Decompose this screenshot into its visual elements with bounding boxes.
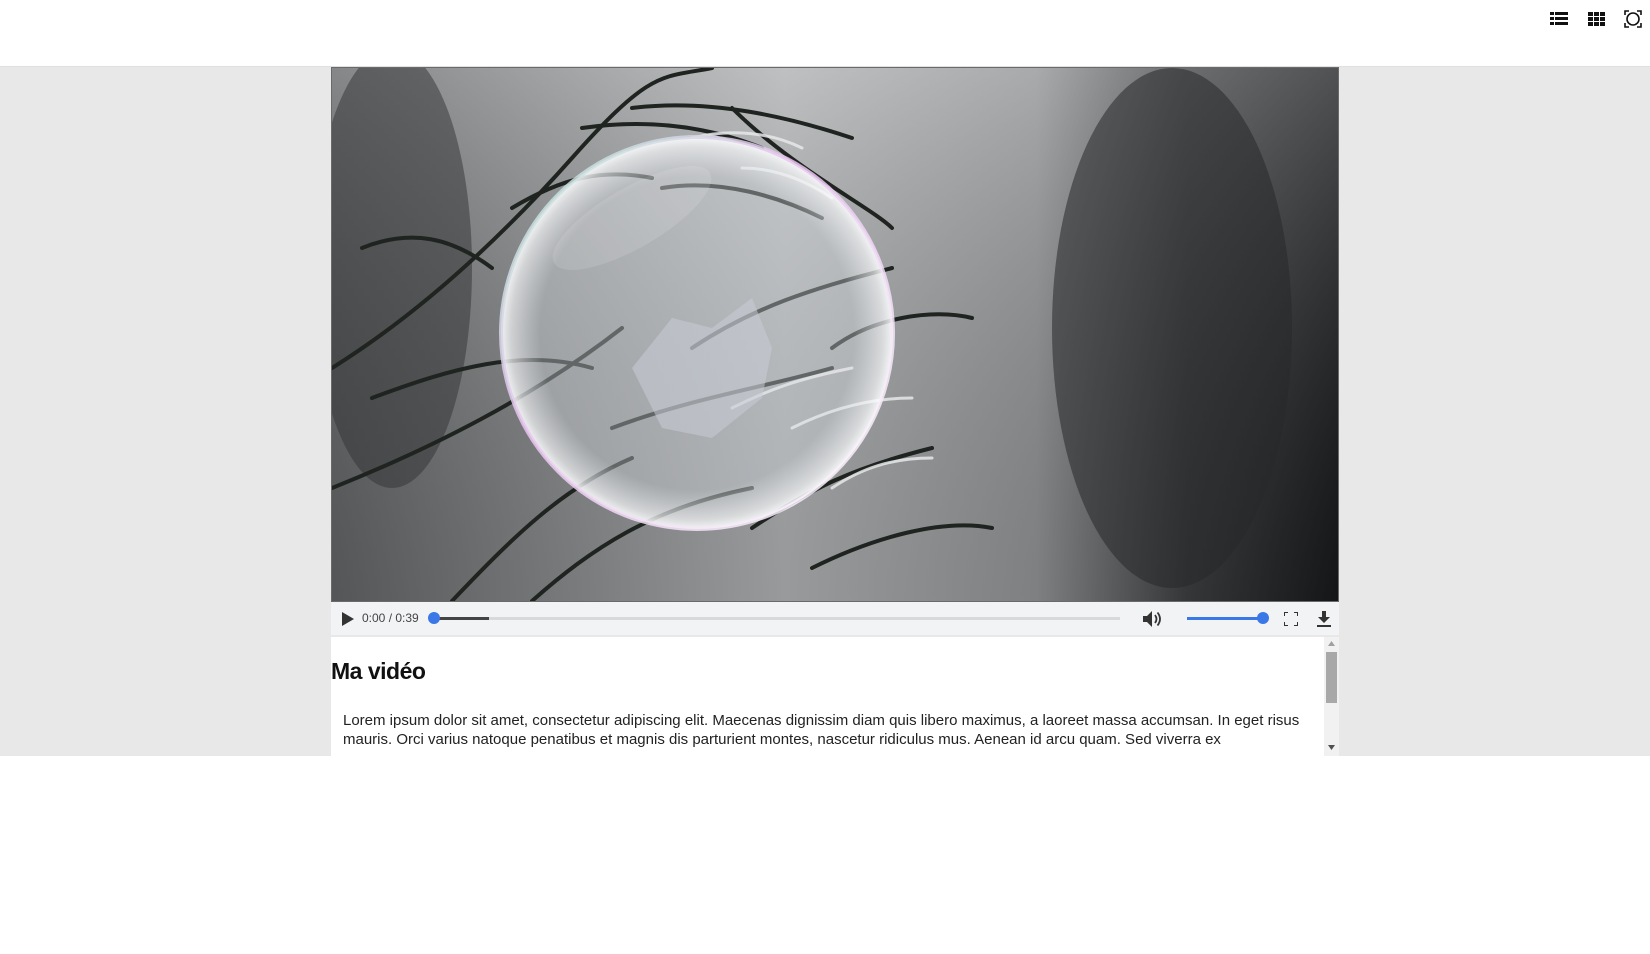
play-icon[interactable]: [339, 610, 357, 628]
seek-buffered: [434, 617, 489, 620]
volume-icon[interactable]: [1142, 608, 1164, 630]
seek-bar[interactable]: [428, 612, 1120, 624]
article-panel[interactable]: Ma vidéo Lorem ipsum dolor sit amet, con…: [331, 637, 1339, 756]
seek-thumb[interactable]: [428, 612, 440, 624]
page-title: Ma vidéo: [331, 658, 426, 684]
article-body: Lorem ipsum dolor sit amet, consectetur …: [343, 712, 1300, 748]
video-player[interactable]: 0:00 / 0:39: [331, 67, 1339, 635]
article-scrollbar[interactable]: [1324, 637, 1339, 756]
download-icon[interactable]: [1313, 608, 1335, 630]
scroll-up-icon[interactable]: [1327, 639, 1336, 648]
video-frame[interactable]: [331, 67, 1339, 602]
volume-thumb[interactable]: [1257, 612, 1269, 624]
top-toolbar: [0, 0, 1650, 67]
list-view-icon[interactable]: [1546, 8, 1572, 30]
scroll-down-icon[interactable]: [1327, 743, 1336, 752]
volume-fill: [1187, 617, 1263, 620]
fullscreen-toggle-icon[interactable]: [1620, 8, 1646, 30]
time-display: 0:00 / 0:39: [362, 611, 419, 625]
video-controls: 0:00 / 0:39: [331, 602, 1339, 635]
scrollbar-thumb[interactable]: [1326, 652, 1337, 703]
fullscreen-icon[interactable]: [1281, 609, 1301, 629]
volume-slider[interactable]: [1187, 612, 1269, 624]
grid-view-icon[interactable]: [1583, 8, 1609, 30]
